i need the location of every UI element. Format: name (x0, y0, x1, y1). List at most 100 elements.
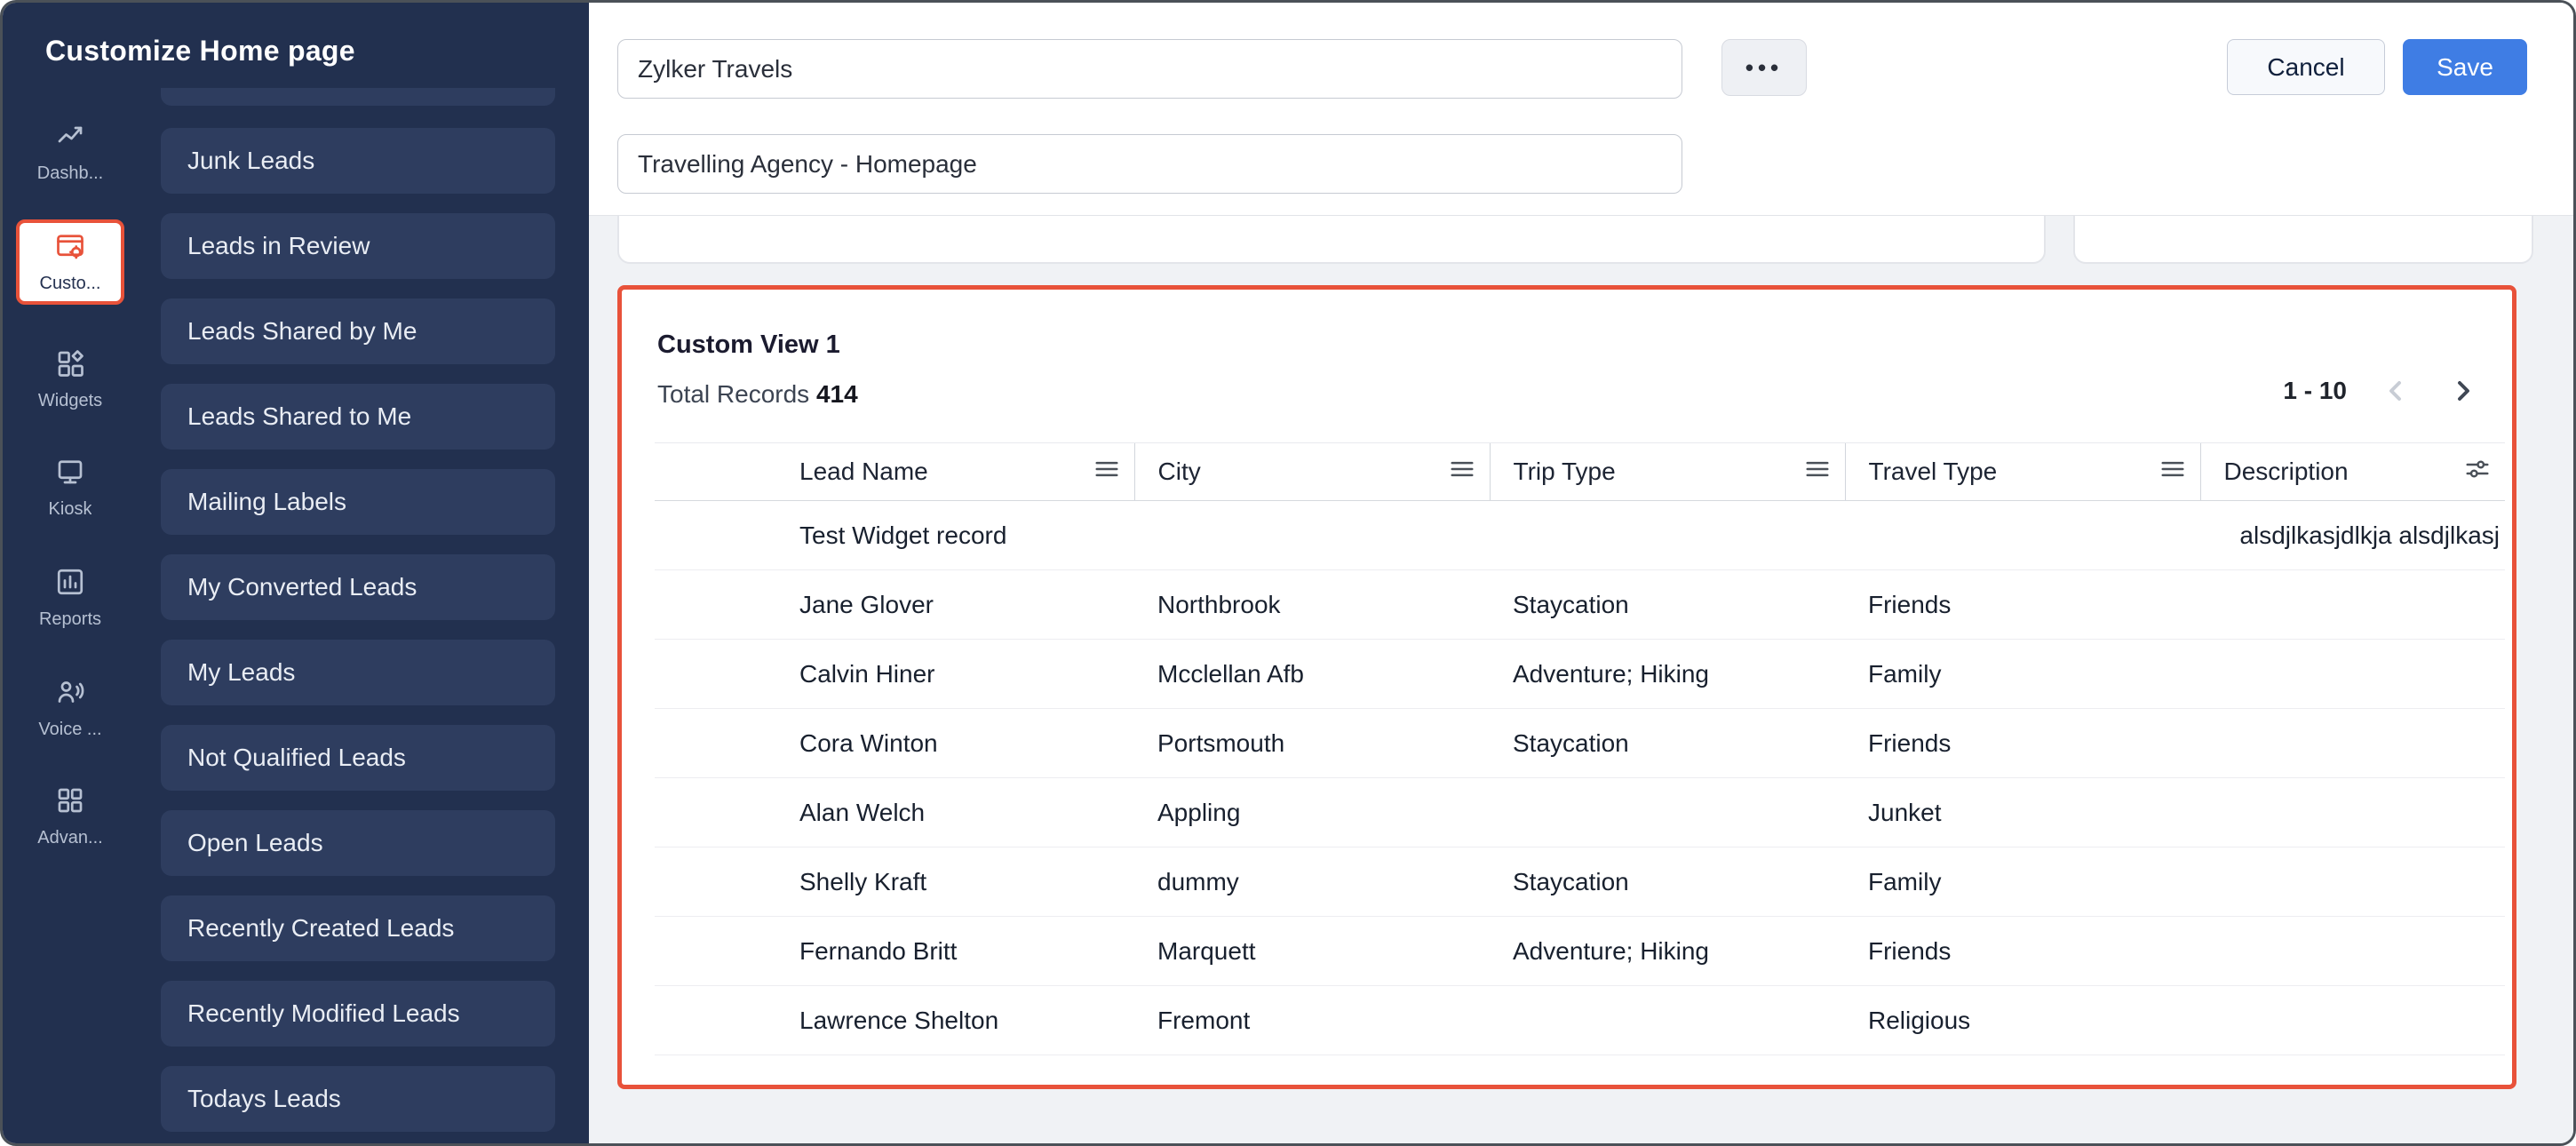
cell-lead-name: Calvin Hiner (655, 640, 1134, 709)
list-item[interactable]: Not Qualified Leads (161, 725, 555, 791)
rail-item-label: Custo... (40, 274, 101, 294)
sidebar-item-reports[interactable]: Reports (16, 559, 124, 637)
customize-home-icon (54, 230, 86, 267)
table-row[interactable]: Alan Welch Appling Junket (655, 778, 2505, 848)
advanced-icon (54, 784, 86, 821)
cell-trip-type: Staycation (1490, 570, 1845, 640)
column-menu-icon[interactable] (2159, 456, 2186, 489)
column-menu-icon[interactable] (1449, 456, 1475, 489)
column-menu-icon[interactable] (1093, 456, 1120, 489)
list-item[interactable]: Mailing Labels (161, 469, 555, 535)
table-row[interactable]: Cora Winton Portsmouth Staycation Friend… (655, 709, 2505, 778)
cell-travel-type: Friends (1845, 570, 2200, 640)
cell-city: Appling (1134, 778, 1490, 848)
cell-trip-type (1490, 778, 1845, 848)
list-item[interactable]: Junk Leads (161, 128, 555, 194)
list-item[interactable]: Recently Modified Leads (161, 981, 555, 1047)
cell-travel-type: Family (1845, 640, 2200, 709)
table-row[interactable]: Jane Glover Northbrook Staycation Friend… (655, 570, 2505, 640)
cell-trip-type: Staycation (1490, 848, 1845, 917)
sidebar-item-kiosk[interactable]: Kiosk (16, 449, 124, 527)
table-row[interactable]: Test Widget record alsdjlkasjdlkja alsdj… (655, 501, 2505, 570)
column-header-description: Description (2224, 458, 2349, 486)
custom-view-table: Lead Name City Trip Type Travel Type Des… (655, 442, 2505, 1055)
rail-item-label: Reports (39, 609, 101, 630)
page-title: Customize Home page (45, 35, 355, 68)
cell-lead-name: Fernando Britt (655, 917, 1134, 986)
cell-trip-type: Adventure; Hiking (1490, 640, 1845, 709)
widget-panel-partial-right (2073, 216, 2533, 264)
customize-home-window: Customize Home page Dashb... Custo... Wi… (0, 0, 2576, 1146)
table-row[interactable]: Shelly Kraft dummy Staycation Family (655, 848, 2505, 917)
column-menu-icon[interactable] (1804, 456, 1831, 489)
cancel-button[interactable]: Cancel (2227, 39, 2385, 95)
content-area: Custom View 1 Total Records 414 1 - 10 L… (589, 216, 2573, 1143)
list-item[interactable]: Open Leads (161, 810, 555, 876)
cell-travel-type: Family (1845, 848, 2200, 917)
cell-city: Portsmouth (1134, 709, 1490, 778)
cell-lead-name: Test Widget record (655, 501, 1134, 570)
rail-item-label: Dashb... (37, 163, 103, 184)
cell-travel-type: Junket (1845, 778, 2200, 848)
list-item[interactable]: Leads Shared to Me (161, 384, 555, 450)
save-button[interactable]: Save (2403, 39, 2527, 95)
homepage-name-input[interactable] (617, 39, 1682, 99)
cell-description (2200, 848, 2505, 917)
custom-view-widget: Custom View 1 Total Records 414 1 - 10 L… (617, 285, 2516, 1089)
list-item[interactable]: Recently Created Leads (161, 895, 555, 961)
total-records-label: Total Records (657, 380, 809, 408)
rail-item-label: Voice ... (38, 720, 101, 740)
sidebar-item-voice[interactable]: Voice ... (16, 669, 124, 747)
cell-description (2200, 640, 2505, 709)
list-item[interactable]: My Converted Leads (161, 554, 555, 620)
topbar: ••• Cancel Save (589, 3, 2573, 216)
cell-description (2200, 778, 2505, 848)
cell-description: alsdjlkasjdlkja alsdjlkasj (2200, 501, 2505, 570)
list-item-partial[interactable] (161, 88, 555, 106)
cell-travel-type (1845, 501, 2200, 570)
sidebar-item-advanced[interactable]: Advan... (16, 777, 124, 856)
list-item[interactable]: My Leads (161, 640, 555, 705)
dashboard-icon (54, 120, 86, 156)
table-row[interactable]: Fernando Britt Marquett Adventure; Hikin… (655, 917, 2505, 986)
cell-city: Northbrook (1134, 570, 1490, 640)
cell-description (2200, 917, 2505, 986)
custom-view-title: Custom View 1 (657, 330, 840, 360)
chevron-right-icon[interactable] (2446, 375, 2478, 407)
pagination: 1 - 10 (2283, 375, 2478, 407)
widgets-icon (54, 347, 86, 384)
cell-trip-type (1490, 501, 1845, 570)
table-header-row: Lead Name City Trip Type Travel Type Des… (655, 443, 2505, 501)
chevron-left-icon[interactable] (2381, 375, 2413, 407)
cell-description (2200, 986, 2505, 1055)
widget-panel-partial-left (617, 216, 2046, 264)
cell-trip-type: Staycation (1490, 709, 1845, 778)
cell-lead-name: Shelly Kraft (655, 848, 1134, 917)
column-settings-icon[interactable] (2464, 456, 2491, 489)
cell-city: dummy (1134, 848, 1490, 917)
cell-city: Fremont (1134, 986, 1490, 1055)
list-item[interactable]: Todays Leads (161, 1066, 555, 1132)
table-row[interactable]: Calvin Hiner Mcclellan Afb Adventure; Hi… (655, 640, 2505, 709)
sidebar-item-dashboards[interactable]: Dashb... (16, 113, 124, 191)
cell-lead-name: Alan Welch (655, 778, 1134, 848)
homepage-title-input[interactable] (617, 134, 1682, 194)
cell-city: Marquett (1134, 917, 1490, 986)
list-item[interactable]: Leads Shared by Me (161, 298, 555, 364)
table-row[interactable]: Lawrence Shelton Fremont Religious (655, 986, 2505, 1055)
column-header-lead-name: Lead Name (799, 458, 928, 486)
sidebar: Customize Home page Dashb... Custo... Wi… (3, 3, 589, 1143)
more-options-button[interactable]: ••• (1721, 39, 1807, 96)
total-records: Total Records 414 (657, 380, 858, 409)
cell-city (1134, 501, 1490, 570)
cell-lead-name: Jane Glover (655, 570, 1134, 640)
rail-item-label: Kiosk (49, 499, 92, 520)
column-header-trip-type: Trip Type (1514, 458, 1616, 486)
pagination-range: 1 - 10 (2283, 377, 2347, 405)
cell-lead-name: Cora Winton (655, 709, 1134, 778)
sidebar-item-widgets[interactable]: Widgets (16, 340, 124, 418)
column-header-city: City (1158, 458, 1201, 486)
list-item[interactable]: Leads in Review (161, 213, 555, 279)
cell-travel-type: Friends (1845, 709, 2200, 778)
sidebar-item-customize[interactable]: Custo... (16, 219, 124, 305)
